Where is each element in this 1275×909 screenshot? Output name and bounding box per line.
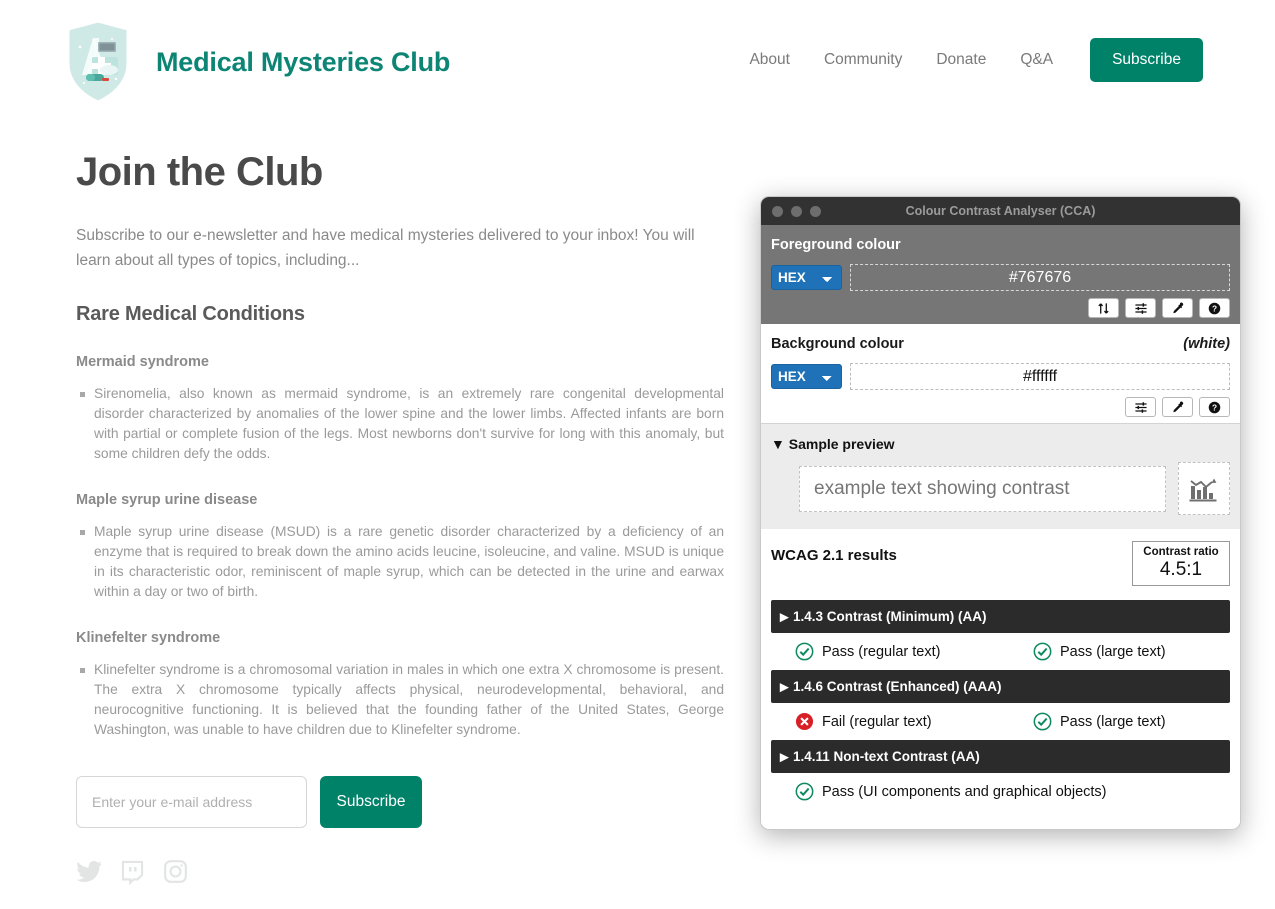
background-colour-row: HEX (771, 363, 1230, 390)
criterion-title: 1.4.11 Non-text Contrast (AA) (793, 749, 980, 764)
pass-icon (795, 782, 814, 801)
sample-preview-row: example text showing contrast (771, 462, 1230, 515)
condition-heading-0: Mermaid syndrome (76, 354, 209, 370)
pass-icon (1033, 712, 1052, 731)
criterion-1-4-3-results: Pass (regular text) Pass (large text) (771, 633, 1230, 670)
chevron-right-icon: ▶ (780, 681, 789, 693)
foreground-format-select[interactable]: HEX (771, 265, 842, 290)
background-format-select[interactable]: HEX (771, 364, 842, 389)
condition-list-1: Maple syrup urine disease (MSUD) is a ra… (76, 522, 726, 602)
result-item: Pass (large text) (1033, 642, 1166, 661)
result-label: Pass (large text) (1060, 713, 1166, 730)
newsletter-form: Subscribe (76, 776, 726, 828)
brand: Medical Mysteries Club (62, 17, 450, 107)
instagram-icon[interactable] (162, 858, 189, 885)
sample-preview-panel: ▼ Sample preview example text showing co… (761, 423, 1240, 529)
foreground-label: Foreground colour (771, 237, 901, 253)
colour-contrast-analyser-window: Colour Contrast Analyser (CCA) Foregroun… (760, 196, 1241, 830)
criterion-1-4-11-results: Pass (UI components and graphical object… (771, 773, 1230, 810)
list-item: Maple syrup urine disease (MSUD) is a ra… (76, 522, 724, 602)
foreground-icon-row: ? (771, 298, 1230, 318)
colour-sliders-icon[interactable] (1125, 298, 1156, 318)
wcag-results-title: WCAG 2.1 results (771, 547, 897, 564)
foreground-colour-panel: Foreground colour HEX #767676 ? (761, 225, 1240, 324)
nav-qa[interactable]: Q&A (1003, 49, 1070, 71)
result-label: Fail (regular text) (822, 713, 932, 730)
condition-heading-1: Maple syrup urine disease (76, 492, 258, 508)
brand-title: Medical Mysteries Club (156, 46, 451, 77)
result-item: Pass (large text) (1033, 712, 1166, 731)
background-colour-name: (white) (1183, 336, 1230, 352)
criterion-1-4-11-header[interactable]: ▶ 1.4.11 Non-text Contrast (AA) (771, 740, 1230, 773)
page-title: Join the Club (76, 150, 323, 194)
form-subscribe-button[interactable]: Subscribe (320, 776, 422, 828)
bar-chart-declining-icon (1178, 462, 1230, 515)
page-root: Medical Mysteries Club About Community D… (0, 0, 1275, 909)
site-header: Medical Mysteries Club About Community D… (0, 0, 1275, 124)
chevron-right-icon: ▶ (780, 751, 789, 763)
nav-about[interactable]: About (749, 49, 807, 71)
background-hex-input[interactable] (850, 363, 1230, 390)
header-subscribe-button[interactable]: Subscribe (1090, 38, 1203, 82)
foreground-hex-input[interactable] (850, 264, 1230, 291)
twitch-icon[interactable] (119, 858, 146, 885)
condition-list-2: Klinefelter syndrome is a chromosomal va… (76, 660, 726, 740)
eyedropper-icon[interactable] (1162, 397, 1193, 417)
cca-window-title: Colour Contrast Analyser (CCA) (905, 204, 1096, 218)
wcag-results-panel: WCAG 2.1 results Contrast ratio 4.5:1 ▶ … (761, 529, 1240, 824)
result-item: Pass (regular text) (795, 642, 1033, 661)
colour-sliders-icon[interactable] (1125, 397, 1156, 417)
contrast-ratio-box: Contrast ratio 4.5:1 (1132, 541, 1230, 586)
help-icon[interactable]: ? (1199, 397, 1230, 417)
svg-text:?: ? (1212, 402, 1217, 412)
intro-paragraph: Subscribe to our e-newsletter and have m… (76, 227, 695, 269)
help-icon[interactable]: ? (1199, 298, 1230, 318)
main-content: Join the Club Subscribe to our e-newslet… (76, 150, 726, 885)
nav-donate[interactable]: Donate (919, 49, 1003, 71)
result-label: Pass (regular text) (822, 643, 941, 660)
list-item: Sirenomelia, also known as mermaid syndr… (76, 384, 724, 464)
criterion-title: 1.4.6 Contrast (Enhanced) (AAA) (793, 679, 1002, 694)
result-item: Pass (UI components and graphical object… (795, 782, 1230, 801)
section-heading: Rare Medical Conditions (76, 303, 305, 325)
condition-heading-2: Klinefelter syndrome (76, 630, 221, 646)
sample-text-preview: example text showing contrast (799, 465, 1166, 512)
pass-icon (1033, 642, 1052, 661)
criterion-1-4-3: ▶ 1.4.3 Contrast (Minimum) (AA) Pass (re… (771, 600, 1230, 670)
twitter-icon[interactable] (76, 858, 103, 885)
result-item: Fail (regular text) (795, 712, 1033, 731)
foreground-colour-row: HEX (771, 264, 1230, 291)
wcag-results-head: WCAG 2.1 results Contrast ratio 4.5:1 (771, 541, 1230, 586)
contrast-ratio-value: 4.5:1 (1159, 559, 1203, 580)
result-label: Pass (UI components and graphical object… (822, 783, 1107, 800)
criterion-title: 1.4.3 Contrast (Minimum) (AA) (793, 609, 987, 624)
fail-icon (795, 712, 814, 731)
condition-list-0: Sirenomelia, also known as mermaid syndr… (76, 384, 726, 464)
background-colour-panel: Background colour (white) HEX #ffffff ? (761, 324, 1240, 423)
background-label: Background colour (771, 336, 904, 352)
list-item: Klinefelter syndrome is a chromosomal va… (76, 660, 724, 740)
contrast-ratio-label: Contrast ratio (1143, 546, 1219, 558)
email-field[interactable] (76, 776, 307, 828)
criterion-1-4-6-header[interactable]: ▶ 1.4.6 Contrast (Enhanced) (AAA) (771, 670, 1230, 703)
sample-preview-disclosure[interactable]: ▼ Sample preview (771, 436, 1230, 452)
result-label: Pass (large text) (1060, 643, 1166, 660)
svg-text:?: ? (1212, 303, 1217, 313)
cca-titlebar[interactable]: Colour Contrast Analyser (CCA) (761, 197, 1240, 225)
background-panel-head: Background colour (white) (771, 336, 1230, 363)
criterion-1-4-6-results: Fail (regular text) Pass (large text) (771, 703, 1230, 740)
social-links (76, 858, 726, 885)
swap-colours-icon[interactable] (1088, 298, 1119, 318)
nav-community[interactable]: Community (807, 49, 919, 71)
eyedropper-icon[interactable] (1162, 298, 1193, 318)
criterion-1-4-3-header[interactable]: ▶ 1.4.3 Contrast (Minimum) (AA) (771, 600, 1230, 633)
pass-icon (795, 642, 814, 661)
main-nav: About Community Donate Q&A Subscribe (749, 38, 1203, 82)
chevron-right-icon: ▶ (780, 611, 789, 623)
background-icon-row: ? (771, 397, 1230, 417)
medical-shield-logo-icon (62, 17, 134, 107)
criterion-1-4-11: ▶ 1.4.11 Non-text Contrast (AA) Pass (UI… (771, 740, 1230, 810)
criterion-1-4-6: ▶ 1.4.6 Contrast (Enhanced) (AAA) Fail (… (771, 670, 1230, 740)
